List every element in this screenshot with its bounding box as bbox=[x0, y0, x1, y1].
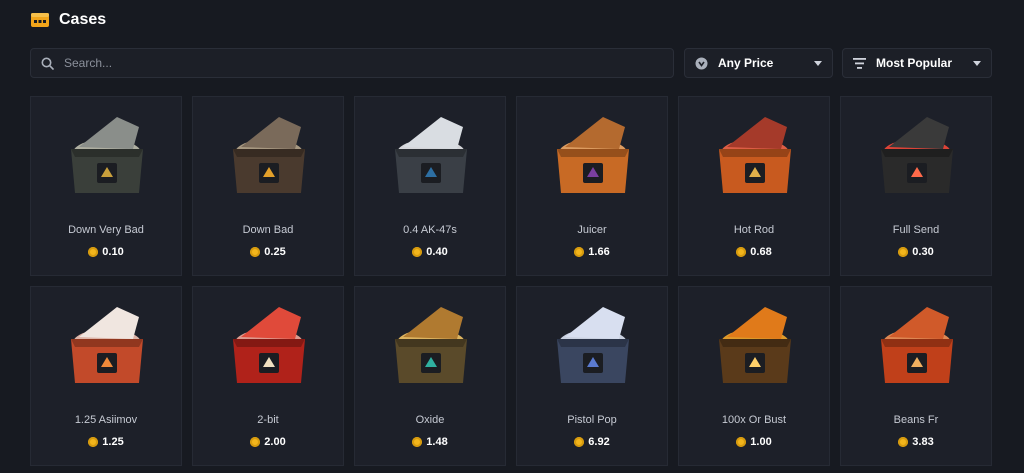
case-card[interactable]: Down Very Bad 0.10 bbox=[30, 96, 182, 276]
sort-icon bbox=[853, 57, 866, 69]
coin-icon bbox=[88, 247, 99, 257]
price-icon bbox=[695, 57, 708, 69]
sort-dropdown[interactable]: Most Popular bbox=[842, 48, 992, 78]
case-image bbox=[71, 307, 143, 383]
search-input[interactable] bbox=[62, 55, 656, 71]
case-lid bbox=[727, 117, 787, 149]
case-price: 2.00 bbox=[193, 436, 343, 448]
case-card[interactable]: 100x Or Bust 1.00 bbox=[678, 286, 830, 466]
case-card[interactable]: Hot Rod 0.68 bbox=[678, 96, 830, 276]
coin-icon bbox=[88, 437, 99, 447]
case-price: 1.48 bbox=[355, 436, 505, 448]
case-lid bbox=[79, 307, 139, 339]
case-lid bbox=[889, 117, 949, 149]
case-name: Beans Fr bbox=[893, 414, 939, 426]
price-filter-label: Any Price bbox=[718, 56, 774, 70]
case-name: Down Bad bbox=[242, 224, 294, 236]
cases-icon bbox=[31, 13, 49, 27]
case-name: 1.25 Asiimov bbox=[74, 414, 138, 426]
case-card[interactable]: Down Bad 0.25 bbox=[192, 96, 344, 276]
coin-icon bbox=[412, 247, 423, 257]
case-price-value: 1.48 bbox=[426, 436, 448, 448]
coin-icon bbox=[412, 437, 423, 447]
case-card[interactable]: Full Send 0.30 bbox=[840, 96, 992, 276]
case-lid bbox=[565, 117, 625, 149]
case-price: 0.30 bbox=[841, 246, 991, 258]
case-card[interactable]: Oxide 1.48 bbox=[354, 286, 506, 466]
coin-icon bbox=[736, 437, 747, 447]
case-lid bbox=[889, 307, 949, 339]
case-price: 1.25 bbox=[31, 436, 181, 448]
case-lid bbox=[241, 117, 301, 149]
case-price-value: 0.10 bbox=[102, 246, 124, 258]
case-price: 0.25 bbox=[193, 246, 343, 258]
case-name: Juicer bbox=[577, 224, 607, 236]
case-card[interactable]: 0.4 AK-47s 0.40 bbox=[354, 96, 506, 276]
case-price-value: 6.92 bbox=[588, 436, 610, 448]
case-image bbox=[719, 307, 791, 383]
coin-icon bbox=[574, 437, 585, 447]
case-name: Hot Rod bbox=[733, 224, 775, 236]
case-image bbox=[71, 117, 143, 193]
case-price-value: 0.40 bbox=[426, 246, 448, 258]
case-price-value: 1.00 bbox=[750, 436, 772, 448]
case-image bbox=[395, 117, 467, 193]
case-name: Pistol Pop bbox=[567, 414, 617, 426]
page-title: Cases bbox=[59, 11, 107, 28]
case-name: 0.4 AK-47s bbox=[403, 224, 457, 236]
case-price: 0.10 bbox=[31, 246, 181, 258]
case-image bbox=[557, 307, 629, 383]
case-image bbox=[719, 117, 791, 193]
case-price: 0.68 bbox=[679, 246, 829, 258]
case-price-value: 0.30 bbox=[912, 246, 934, 258]
case-price: 1.00 bbox=[679, 436, 829, 448]
case-name: Full Send bbox=[892, 224, 940, 236]
search-bar[interactable] bbox=[30, 48, 674, 78]
case-card[interactable]: Pistol Pop 6.92 bbox=[516, 286, 668, 466]
case-image bbox=[233, 117, 305, 193]
case-price: 6.92 bbox=[517, 436, 667, 448]
case-name: 2-bit bbox=[257, 414, 279, 426]
case-price-value: 1.25 bbox=[102, 436, 124, 448]
case-lid bbox=[403, 307, 463, 339]
chevron-down-icon bbox=[973, 60, 981, 66]
case-price: 0.40 bbox=[355, 246, 505, 258]
case-image bbox=[881, 307, 953, 383]
case-name: Oxide bbox=[415, 414, 445, 426]
coin-icon bbox=[574, 247, 585, 257]
case-price-value: 2.00 bbox=[264, 436, 286, 448]
coin-icon bbox=[250, 437, 261, 447]
coin-icon bbox=[898, 437, 909, 447]
case-image bbox=[233, 307, 305, 383]
sort-label: Most Popular bbox=[876, 56, 953, 70]
case-card[interactable]: 2-bit 2.00 bbox=[192, 286, 344, 466]
case-card[interactable]: Beans Fr 3.83 bbox=[840, 286, 992, 466]
coin-icon bbox=[898, 247, 909, 257]
chevron-down-icon bbox=[814, 60, 822, 66]
search-icon bbox=[41, 57, 54, 70]
case-image bbox=[881, 117, 953, 193]
case-image bbox=[395, 307, 467, 383]
case-card[interactable]: 1.25 Asiimov 1.25 bbox=[30, 286, 182, 466]
case-card[interactable]: Juicer 1.66 bbox=[516, 96, 668, 276]
price-filter-dropdown[interactable]: Any Price bbox=[684, 48, 833, 78]
case-price-value: 0.68 bbox=[750, 246, 772, 258]
coin-icon bbox=[736, 247, 747, 257]
case-name: Down Very Bad bbox=[68, 224, 144, 236]
coin-icon bbox=[250, 247, 261, 257]
case-name: 100x Or Bust bbox=[721, 414, 787, 426]
case-lid bbox=[241, 307, 301, 339]
case-price-value: 0.25 bbox=[264, 246, 286, 258]
case-lid bbox=[565, 307, 625, 339]
case-price-value: 1.66 bbox=[588, 246, 610, 258]
case-price-value: 3.83 bbox=[912, 436, 934, 448]
case-lid bbox=[79, 117, 139, 149]
case-lid bbox=[727, 307, 787, 339]
case-image bbox=[557, 117, 629, 193]
case-lid bbox=[403, 117, 463, 149]
case-price: 3.83 bbox=[841, 436, 991, 448]
page-header: Cases bbox=[30, 11, 106, 29]
case-price: 1.66 bbox=[517, 246, 667, 258]
